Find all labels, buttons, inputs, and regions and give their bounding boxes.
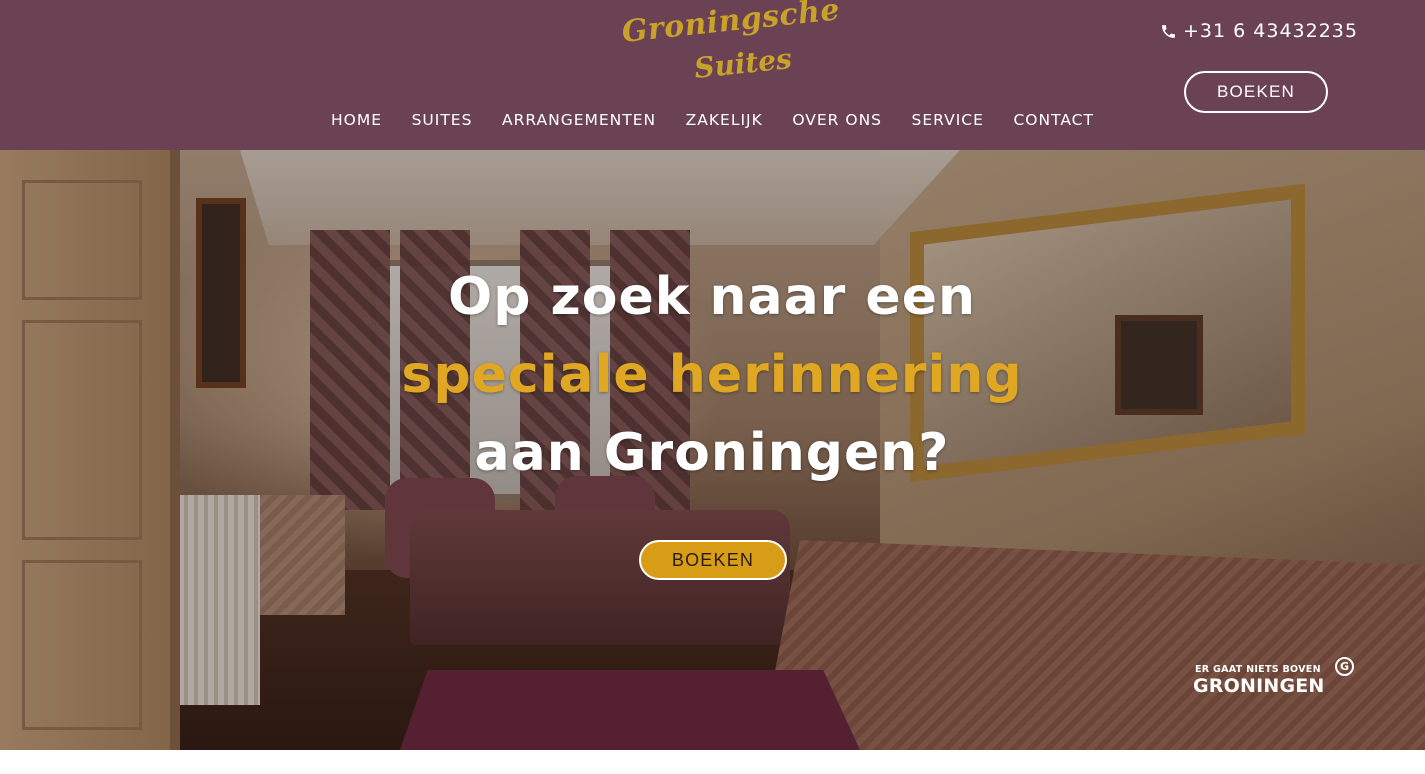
hero-headline-line-1: Op zoek naar een	[448, 267, 976, 327]
phone-icon	[1162, 24, 1175, 38]
hero-headline: Op zoek naar een speciale herinnering aa…	[312, 258, 1112, 492]
nav-item-over-ons[interactable]: OVER ONS	[781, 111, 893, 129]
badge-title: GRONINGEN	[1193, 675, 1325, 697]
logo-line-2: Suites	[692, 41, 794, 86]
phone-number: +31 6 43432235	[1183, 20, 1358, 42]
main-nav: HOME SUITES ARRANGEMENTEN ZAKELIJK OVER …	[320, 108, 1105, 132]
badge-mark-icon: G	[1335, 657, 1354, 676]
book-button-hero[interactable]: BOEKEN	[639, 540, 787, 580]
site-header: Groningsche Suites HOME SUITES ARRANGEME…	[0, 0, 1425, 150]
badge-tagline: ER GAAT NIETS BOVEN	[1195, 664, 1321, 675]
nav-item-suites[interactable]: SUITES	[401, 111, 484, 129]
nav-item-zakelijk[interactable]: ZAKELIJK	[675, 111, 774, 129]
nav-item-contact[interactable]: CONTACT	[1002, 111, 1105, 129]
nav-item-arrangementen[interactable]: ARRANGEMENTEN	[491, 111, 667, 129]
book-button-header[interactable]: BOEKEN	[1184, 71, 1328, 113]
site-logo[interactable]: Groningsche Suites	[620, 0, 841, 92]
hero-section: Op zoek naar een speciale herinnering aa…	[0, 150, 1425, 750]
nav-item-service[interactable]: SERVICE	[901, 111, 995, 129]
groningen-badge-logo: ER GAAT NIETS BOVEN GRONINGEN G	[1192, 657, 1357, 699]
logo-line-1: Groningsche	[620, 0, 842, 50]
hero-headline-line-3: aan Groningen?	[474, 423, 950, 483]
hero-headline-line-2: speciale herinnering	[401, 345, 1023, 405]
phone-link[interactable]: +31 6 43432235	[1160, 18, 1358, 44]
nav-item-home[interactable]: HOME	[320, 111, 393, 129]
